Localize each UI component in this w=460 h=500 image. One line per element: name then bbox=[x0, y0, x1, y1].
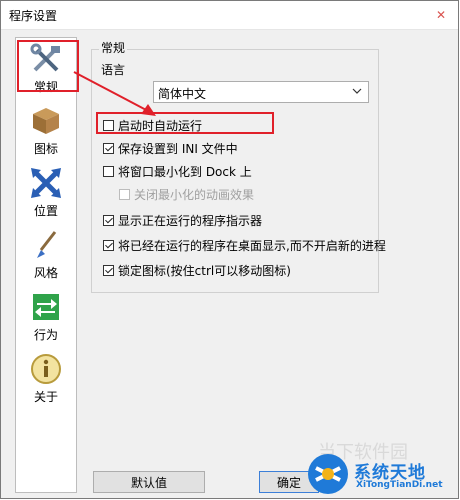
title-bar: 程序设置 ✕ bbox=[1, 1, 458, 30]
language-select-value: 简体中文 bbox=[158, 87, 207, 101]
option-minimize-dock[interactable]: 将窗口最小化到 Dock 上 bbox=[103, 162, 252, 180]
sidebar-item-icons[interactable]: 图标 bbox=[16, 104, 76, 164]
option-label: 显示正在运行的程序指示器 bbox=[118, 213, 263, 228]
option-running-indicator[interactable]: 显示正在运行的程序指示器 bbox=[103, 211, 262, 229]
option-label: 保存设置到 INI 文件中 bbox=[118, 141, 238, 156]
sidebar-item-label: 位置 bbox=[33, 204, 58, 218]
swap-icon bbox=[33, 294, 59, 320]
option-label: 关闭最小化的动画效果 bbox=[134, 187, 255, 202]
sidebar-item-behavior[interactable]: 行为 bbox=[16, 290, 76, 350]
sidebar: 常规 图标 位置 风格 行为 关于 bbox=[15, 37, 77, 493]
sidebar-item-about[interactable]: 关于 bbox=[16, 352, 76, 412]
save-ini-checkbox[interactable] bbox=[103, 142, 114, 154]
brush-icon bbox=[37, 231, 57, 258]
minimize-dock-checkbox[interactable] bbox=[103, 165, 114, 177]
group-title: 常规 bbox=[99, 39, 128, 56]
defaults-button[interactable]: 默认值 bbox=[93, 471, 205, 493]
watermark-url: XiTongTianDi.net bbox=[356, 480, 443, 490]
chevron-down-icon bbox=[352, 88, 362, 94]
language-label: 语言 bbox=[101, 63, 126, 77]
sidebar-item-position[interactable]: 位置 bbox=[16, 166, 76, 226]
language-select[interactable]: 简体中文 bbox=[153, 81, 369, 103]
watermark-logo-icon bbox=[308, 454, 348, 494]
info-icon bbox=[31, 354, 61, 384]
arrows-icon bbox=[31, 168, 61, 198]
option-label: 将窗口最小化到 Dock 上 bbox=[118, 164, 252, 179]
window-title: 程序设置 bbox=[9, 9, 58, 23]
highlight-box-autostart bbox=[96, 112, 274, 134]
option-disable-animation[interactable]: 关闭最小化的动画效果 bbox=[119, 185, 254, 203]
option-lock-icons[interactable]: 锁定图标(按住ctrl可以移动图标) bbox=[103, 261, 291, 279]
sidebar-item-label: 图标 bbox=[33, 142, 58, 156]
highlight-box-general bbox=[17, 40, 79, 92]
sidebar-item-style[interactable]: 风格 bbox=[16, 228, 76, 288]
option-label: 锁定图标(按住ctrl可以移动图标) bbox=[118, 263, 291, 278]
option-save-ini[interactable]: 保存设置到 INI 文件中 bbox=[103, 139, 238, 157]
close-button[interactable]: ✕ bbox=[432, 6, 450, 24]
running-indicator-checkbox[interactable] bbox=[103, 214, 114, 226]
option-show-running-app[interactable]: 将已经在运行的程序在桌面显示,而不开启新的进程 bbox=[103, 236, 386, 254]
sidebar-item-label: 关于 bbox=[33, 390, 58, 404]
lock-icons-checkbox[interactable] bbox=[103, 264, 114, 276]
close-icon: ✕ bbox=[435, 8, 447, 22]
sidebar-item-label: 行为 bbox=[33, 328, 58, 342]
show-running-app-checkbox[interactable] bbox=[103, 239, 114, 251]
option-label: 将已经在运行的程序在桌面显示,而不开启新的进程 bbox=[118, 238, 386, 253]
sidebar-item-label: 风格 bbox=[33, 266, 58, 280]
box-icon bbox=[33, 108, 59, 134]
disable-animation-checkbox[interactable] bbox=[119, 188, 130, 200]
